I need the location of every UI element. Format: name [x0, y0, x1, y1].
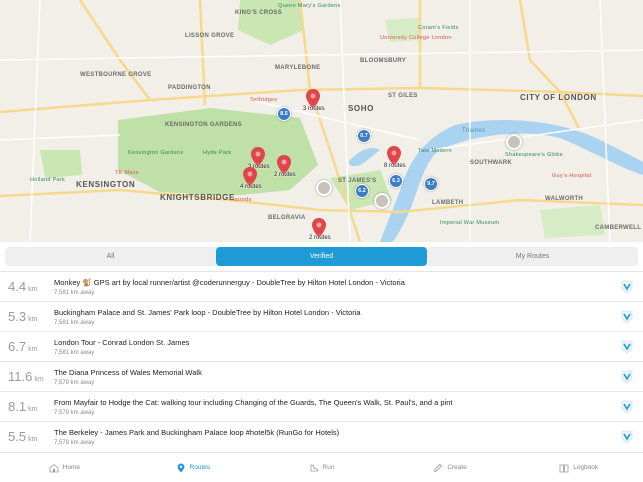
- route-row[interactable]: 8.1 km From Mayfair to Hodge the Cat: wal…: [0, 392, 643, 422]
- map-poi-thames: Thames: [462, 128, 486, 134]
- map-poi-corams-fields: Coram's Fields: [418, 25, 459, 31]
- map-label-belgravia: BELGRAVIA: [268, 215, 306, 221]
- map-label-st-giles: ST GILES: [388, 93, 418, 99]
- route-list: 4.4 km Monkey 🐒 GPS art by local runner/a…: [0, 272, 643, 450]
- map-poi-kensington-gardens: Kensington Gardens: [128, 150, 184, 156]
- map-poi-selfridges: Selfridges: [250, 97, 278, 103]
- map-label-paddington: PADDINGTON: [168, 85, 211, 91]
- map-cluster-badge[interactable]: 6.2: [355, 184, 369, 198]
- route-distance: 4.4 km: [8, 279, 38, 294]
- verified-badge-icon: [621, 430, 633, 444]
- map-label-soho: SOHO: [348, 104, 374, 113]
- tab-run[interactable]: Run: [257, 453, 386, 482]
- route-pin-caption: 3 routes: [303, 106, 325, 112]
- map-label-kensington-gardens: KENSINGTON GARDENS: [165, 122, 242, 128]
- map-label-walworth: WALWORTH: [545, 196, 584, 202]
- route-row[interactable]: 6.7 km London Tour - Conrad London St. Ja…: [0, 332, 643, 362]
- tab-bar: Home Routes Run Create Logbook: [0, 452, 643, 482]
- map-cluster-badge[interactable]: 8.5: [277, 107, 291, 121]
- route-name: Buckingham Palace and St. James' Park lo…: [54, 308, 361, 317]
- book-icon: [559, 464, 569, 472]
- map-label-marylebone: MARYLEBONE: [275, 65, 321, 71]
- route-row[interactable]: 11.6 km The Diana Princess of Wales Memor…: [0, 362, 643, 392]
- globe-theatre-marker[interactable]: [506, 134, 522, 150]
- map-label-westbourne-grove: WESTBOURNE GROVE: [80, 72, 152, 78]
- route-name: The Berkeley - James Park and Buckingham…: [54, 428, 340, 437]
- verified-badge-icon: [621, 340, 633, 354]
- verified-badge-icon: [621, 370, 633, 384]
- segment-all[interactable]: All: [5, 247, 216, 266]
- route-pin-caption: 2 routes: [309, 235, 331, 241]
- map-poi-holland-park: Holland Park: [30, 177, 66, 183]
- tab-logbook-label: Logbook: [573, 464, 599, 471]
- map-poi-tate-modern: Tate Modern: [418, 148, 452, 154]
- tab-run-label: Run: [322, 464, 335, 471]
- route-distance-away: 7,581 km away: [54, 320, 95, 326]
- route-row[interactable]: 5.3 km Buckingham Palace and St. James' P…: [0, 302, 643, 332]
- verified-badge-icon: [621, 400, 633, 414]
- segment-my-routes[interactable]: My Routes: [427, 247, 638, 266]
- map-label-kensington: KENSINGTON: [76, 180, 136, 189]
- route-pin-caption: 2 routes: [274, 172, 296, 178]
- map-cluster-badge[interactable]: 9.7: [424, 177, 438, 191]
- map-label-knightsbridge: KNIGHTSBRIDGE: [160, 193, 235, 202]
- route-name: From Mayfair to Hodge the Cat: walking t…: [54, 398, 453, 407]
- map-label-lisson-grove: LISSON GROVE: [185, 33, 235, 39]
- verified-badge-icon: [621, 310, 633, 324]
- route-distance: 5.3 km: [8, 309, 38, 324]
- map-pin-icon: [177, 463, 184, 472]
- filter-bar: All Verified My Routes: [0, 242, 643, 272]
- running-shoe-icon: [310, 464, 318, 471]
- route-name: London Tour - Conrad London St. James: [54, 338, 190, 347]
- map-label-kings-cross: KING'S CROSS: [235, 10, 283, 16]
- map-label-lambeth: LAMBETH: [432, 200, 464, 206]
- route-pin-caption: 4 routes: [240, 184, 262, 190]
- route-distance-away: 7,579 km away: [54, 440, 95, 446]
- tab-create[interactable]: Create: [386, 453, 515, 482]
- map-poi-imperial-war-museum: Imperial War Museum: [440, 220, 500, 226]
- tab-logbook[interactable]: Logbook: [514, 453, 643, 482]
- map-label-bloomsbury: BLOOMSBURY: [360, 58, 407, 64]
- route-distance-away: 7,579 km away: [54, 410, 95, 416]
- home-icon: [49, 463, 59, 472]
- route-distance: 11.6 km: [8, 369, 44, 384]
- route-row[interactable]: 4.4 km Monkey 🐒 GPS art by local runner/a…: [0, 272, 643, 302]
- map-poi-shakespeares-globe: Shakespeare's Globe: [505, 152, 564, 158]
- route-name: Monkey 🐒 GPS art by local runner/artist …: [54, 278, 405, 287]
- route-distance: 8.1 km: [8, 399, 38, 414]
- route-filter-segmented-control: All Verified My Routes: [5, 247, 638, 266]
- map-poi-ucl: University College London: [380, 35, 452, 41]
- route-row[interactable]: 5.5 km The Berkeley - James Park and Buck…: [0, 422, 643, 450]
- tab-home-label: Home: [62, 464, 80, 471]
- westminster-marker[interactable]: [374, 193, 390, 209]
- map-label-st-james: ST JAMES'S: [338, 178, 377, 184]
- tab-home[interactable]: Home: [0, 453, 129, 482]
- map-cluster-badge[interactable]: 0.7: [357, 129, 371, 143]
- map-base: [0, 0, 643, 242]
- map-label-southwark: SOUTHWARK: [470, 160, 513, 166]
- map-poi-tk-maxx: TK Maxx: [115, 170, 139, 176]
- route-distance-away: 7,581 km away: [54, 350, 95, 356]
- map-poi-hyde-park: Hyde Park: [203, 150, 232, 156]
- route-distance: 5.5 km: [8, 429, 38, 444]
- pencil-icon: [434, 463, 443, 472]
- map-poi-guys-hospital: Guy's Hospital: [552, 173, 592, 179]
- map-label-city-of-london: CITY OF LONDON: [520, 93, 597, 102]
- map-label-camberwell: CAMBERWELL: [595, 225, 642, 231]
- route-pin-caption: 8 routes: [384, 163, 406, 169]
- tab-routes-label: Routes: [189, 464, 211, 471]
- map-cluster-badge[interactable]: 6.3: [389, 174, 403, 188]
- route-distance-away: 7,581 km away: [54, 290, 95, 296]
- route-distance-away: 7,579 km away: [54, 380, 95, 386]
- segment-verified[interactable]: Verified: [216, 247, 427, 266]
- route-distance: 6.7 km: [8, 339, 38, 354]
- route-map[interactable]: KING'S CROSS LISSON GROVE MARYLEBONE BLO…: [0, 0, 643, 242]
- map-poi-queen-marys-gardens: Queen Mary's Gardens: [278, 3, 341, 9]
- verified-badge-icon: [621, 280, 633, 294]
- route-name: The Diana Princess of Wales Memorial Wal…: [54, 368, 202, 377]
- tab-routes[interactable]: Routes: [129, 453, 258, 482]
- tab-create-label: Create: [447, 464, 467, 471]
- map-poi-harrods: Harrods: [230, 197, 252, 203]
- buckingham-palace-marker[interactable]: [316, 180, 332, 196]
